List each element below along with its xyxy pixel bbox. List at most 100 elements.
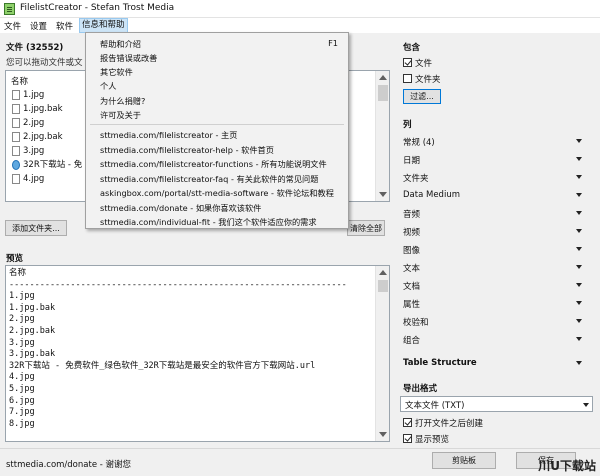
menu-info-help[interactable]: 信息和帮助	[79, 18, 128, 33]
column-group-combination[interactable]: 组合	[403, 334, 420, 346]
file-icon	[12, 89, 20, 100]
chevron-down-icon[interactable]	[576, 175, 582, 179]
preview-line: 5.jpg	[9, 384, 35, 394]
chevron-down-icon[interactable]	[576, 247, 582, 251]
menu-item-help-intro[interactable]: 帮助和介绍	[100, 38, 141, 50]
include-folders-checkbox[interactable]	[403, 74, 412, 83]
menu-separator	[90, 124, 344, 125]
file-list-item[interactable]: 2.jpg	[12, 117, 44, 129]
show-preview-checkbox[interactable]	[403, 434, 412, 443]
files-hint: 您可以拖动文件或文	[6, 58, 83, 68]
preview-line: 32R下载站 - 免费软件_绿色软件_32R下载站是最安全的软件官方下载网站.u…	[9, 360, 316, 371]
file-list-scrollbar[interactable]	[375, 71, 389, 201]
export-format-select[interactable]: 文本文件 (TXT)	[400, 396, 593, 412]
column-group-audio[interactable]: 音频	[403, 208, 420, 220]
preview-line: 2.jpg	[9, 314, 35, 325]
chevron-down-icon[interactable]	[576, 265, 582, 269]
scroll-thumb[interactable]	[378, 280, 388, 292]
columns-label: 列	[403, 120, 412, 130]
column-group-folder[interactable]: 文件夹	[403, 172, 429, 184]
column-header-name[interactable]: 名称	[11, 75, 28, 87]
chevron-down-icon[interactable]	[576, 193, 582, 197]
files-header: 文件 (32552)	[6, 43, 64, 53]
include-label: 包含	[403, 43, 421, 53]
menu-file[interactable]: 文件	[4, 20, 21, 32]
chevron-down-icon[interactable]	[576, 139, 582, 143]
scroll-up-icon[interactable]	[379, 75, 387, 80]
menu-item-license-about[interactable]: 许可及关于	[100, 109, 141, 121]
table-structure-label[interactable]: Table Structure	[403, 358, 477, 368]
menu-bar: 文件 设置 软件 信息和帮助	[0, 18, 600, 33]
preview-line: 1.jpg.bak	[9, 302, 56, 313]
file-list-item[interactable]: 3.jpg	[12, 145, 44, 157]
column-group-attributes[interactable]: 属性	[403, 298, 420, 310]
menu-settings[interactable]: 设置	[30, 20, 47, 32]
filter-button[interactable]: 过滤...	[403, 89, 441, 104]
preview-line: 1.jpg	[9, 291, 35, 302]
include-files-checkbox[interactable]	[403, 58, 412, 67]
file-list-item[interactable]: 4.jpg	[12, 173, 44, 185]
status-text[interactable]: sttmedia.com/donate - 谢谢您	[6, 458, 131, 470]
menu-item-why-donate[interactable]: 为什么捐赠?	[100, 95, 145, 107]
file-list-item[interactable]: 1.jpg	[12, 89, 44, 101]
scroll-down-icon[interactable]	[379, 432, 387, 437]
preview-line: 2.jpg.bak	[9, 326, 56, 336]
scroll-down-icon[interactable]	[379, 192, 387, 197]
menu-link-faq[interactable]: sttmedia.com/filelistcreator-faq - 有关此软件…	[100, 173, 318, 185]
menu-item-report-bug[interactable]: 报告错误或改善	[100, 52, 157, 64]
menu-link-forum[interactable]: askingbox.com/portal/stt-media-software …	[100, 187, 334, 199]
chevron-down-icon[interactable]	[576, 337, 582, 341]
preview-line: ----------------------------------------…	[9, 279, 347, 290]
chevron-down-icon[interactable]	[576, 361, 582, 365]
chevron-down-icon[interactable]	[576, 319, 582, 323]
chevron-down-icon[interactable]	[576, 229, 582, 233]
chevron-down-icon	[583, 403, 589, 407]
clear-all-button[interactable]: 清除全部	[347, 220, 385, 236]
column-group-data-medium[interactable]: Data Medium	[403, 190, 460, 200]
column-group-text[interactable]: 文本	[403, 262, 420, 274]
open-after-create-label: 打开文件之后创建	[415, 419, 484, 429]
file-icon	[12, 103, 20, 114]
preview-label: 预览	[6, 254, 24, 264]
column-group-date[interactable]: 日期	[403, 154, 420, 166]
globe-icon	[12, 159, 20, 170]
preview-line: 4.jpg	[9, 372, 35, 383]
file-list-item[interactable]: 1.jpg.bak	[12, 103, 63, 115]
file-icon	[12, 173, 20, 184]
menu-link-individual-fit[interactable]: sttmedia.com/individual-fit - 我们这个软件适应你的…	[100, 216, 317, 228]
scroll-thumb[interactable]	[378, 85, 388, 101]
chevron-down-icon[interactable]	[576, 211, 582, 215]
export-format-value: 文本文件 (TXT)	[405, 401, 465, 411]
column-group-video[interactable]: 视频	[403, 226, 420, 238]
clipboard-button[interactable]: 剪贴板	[432, 452, 496, 469]
menu-link-functions[interactable]: sttmedia.com/filelistcreator-functions -…	[100, 158, 327, 170]
preview-scrollbar[interactable]	[375, 266, 389, 441]
column-group-document[interactable]: 文档	[403, 280, 420, 292]
chevron-down-icon[interactable]	[576, 157, 582, 161]
preview-line: 7.jpg	[9, 407, 35, 418]
preview-line: 8.jpg	[9, 418, 35, 429]
column-group-image[interactable]: 图像	[403, 244, 420, 256]
menu-link-home[interactable]: sttmedia.com/filelistcreator - 主页	[100, 129, 237, 141]
menu-item-other-software[interactable]: 其它软件	[100, 66, 133, 78]
open-after-create-checkbox[interactable]	[403, 418, 412, 427]
menu-link-donate[interactable]: sttmedia.com/donate - 如果你喜欢该软件	[100, 202, 261, 214]
column-group-checksum[interactable]: 校验和	[403, 316, 429, 328]
app-icon	[4, 3, 15, 15]
preview-area[interactable]: 名称 -------------------------------------…	[5, 265, 390, 442]
preview-line: 3.jpg.bak	[9, 349, 56, 360]
preview-line: 名称	[9, 268, 27, 278]
menu-link-help[interactable]: sttmedia.com/filelistcreator-help - 软件首页	[100, 144, 274, 156]
add-folder-button[interactable]: 添加文件夹...	[5, 220, 67, 236]
chevron-down-icon[interactable]	[576, 283, 582, 287]
chevron-down-icon[interactable]	[576, 301, 582, 305]
file-list-item[interactable]: 32R下载站 - 免	[12, 159, 82, 171]
menu-software[interactable]: 软件	[56, 20, 73, 32]
scroll-up-icon[interactable]	[379, 270, 387, 275]
menu-item-personal[interactable]: 个人	[100, 80, 116, 92]
column-group-general[interactable]: 常规 (4)	[403, 136, 435, 148]
file-list-item[interactable]: 2.jpg.bak	[12, 131, 63, 143]
include-files-label: 文件	[415, 59, 433, 69]
watermark-logo: 川U下载站	[538, 459, 596, 473]
file-icon	[12, 145, 20, 156]
